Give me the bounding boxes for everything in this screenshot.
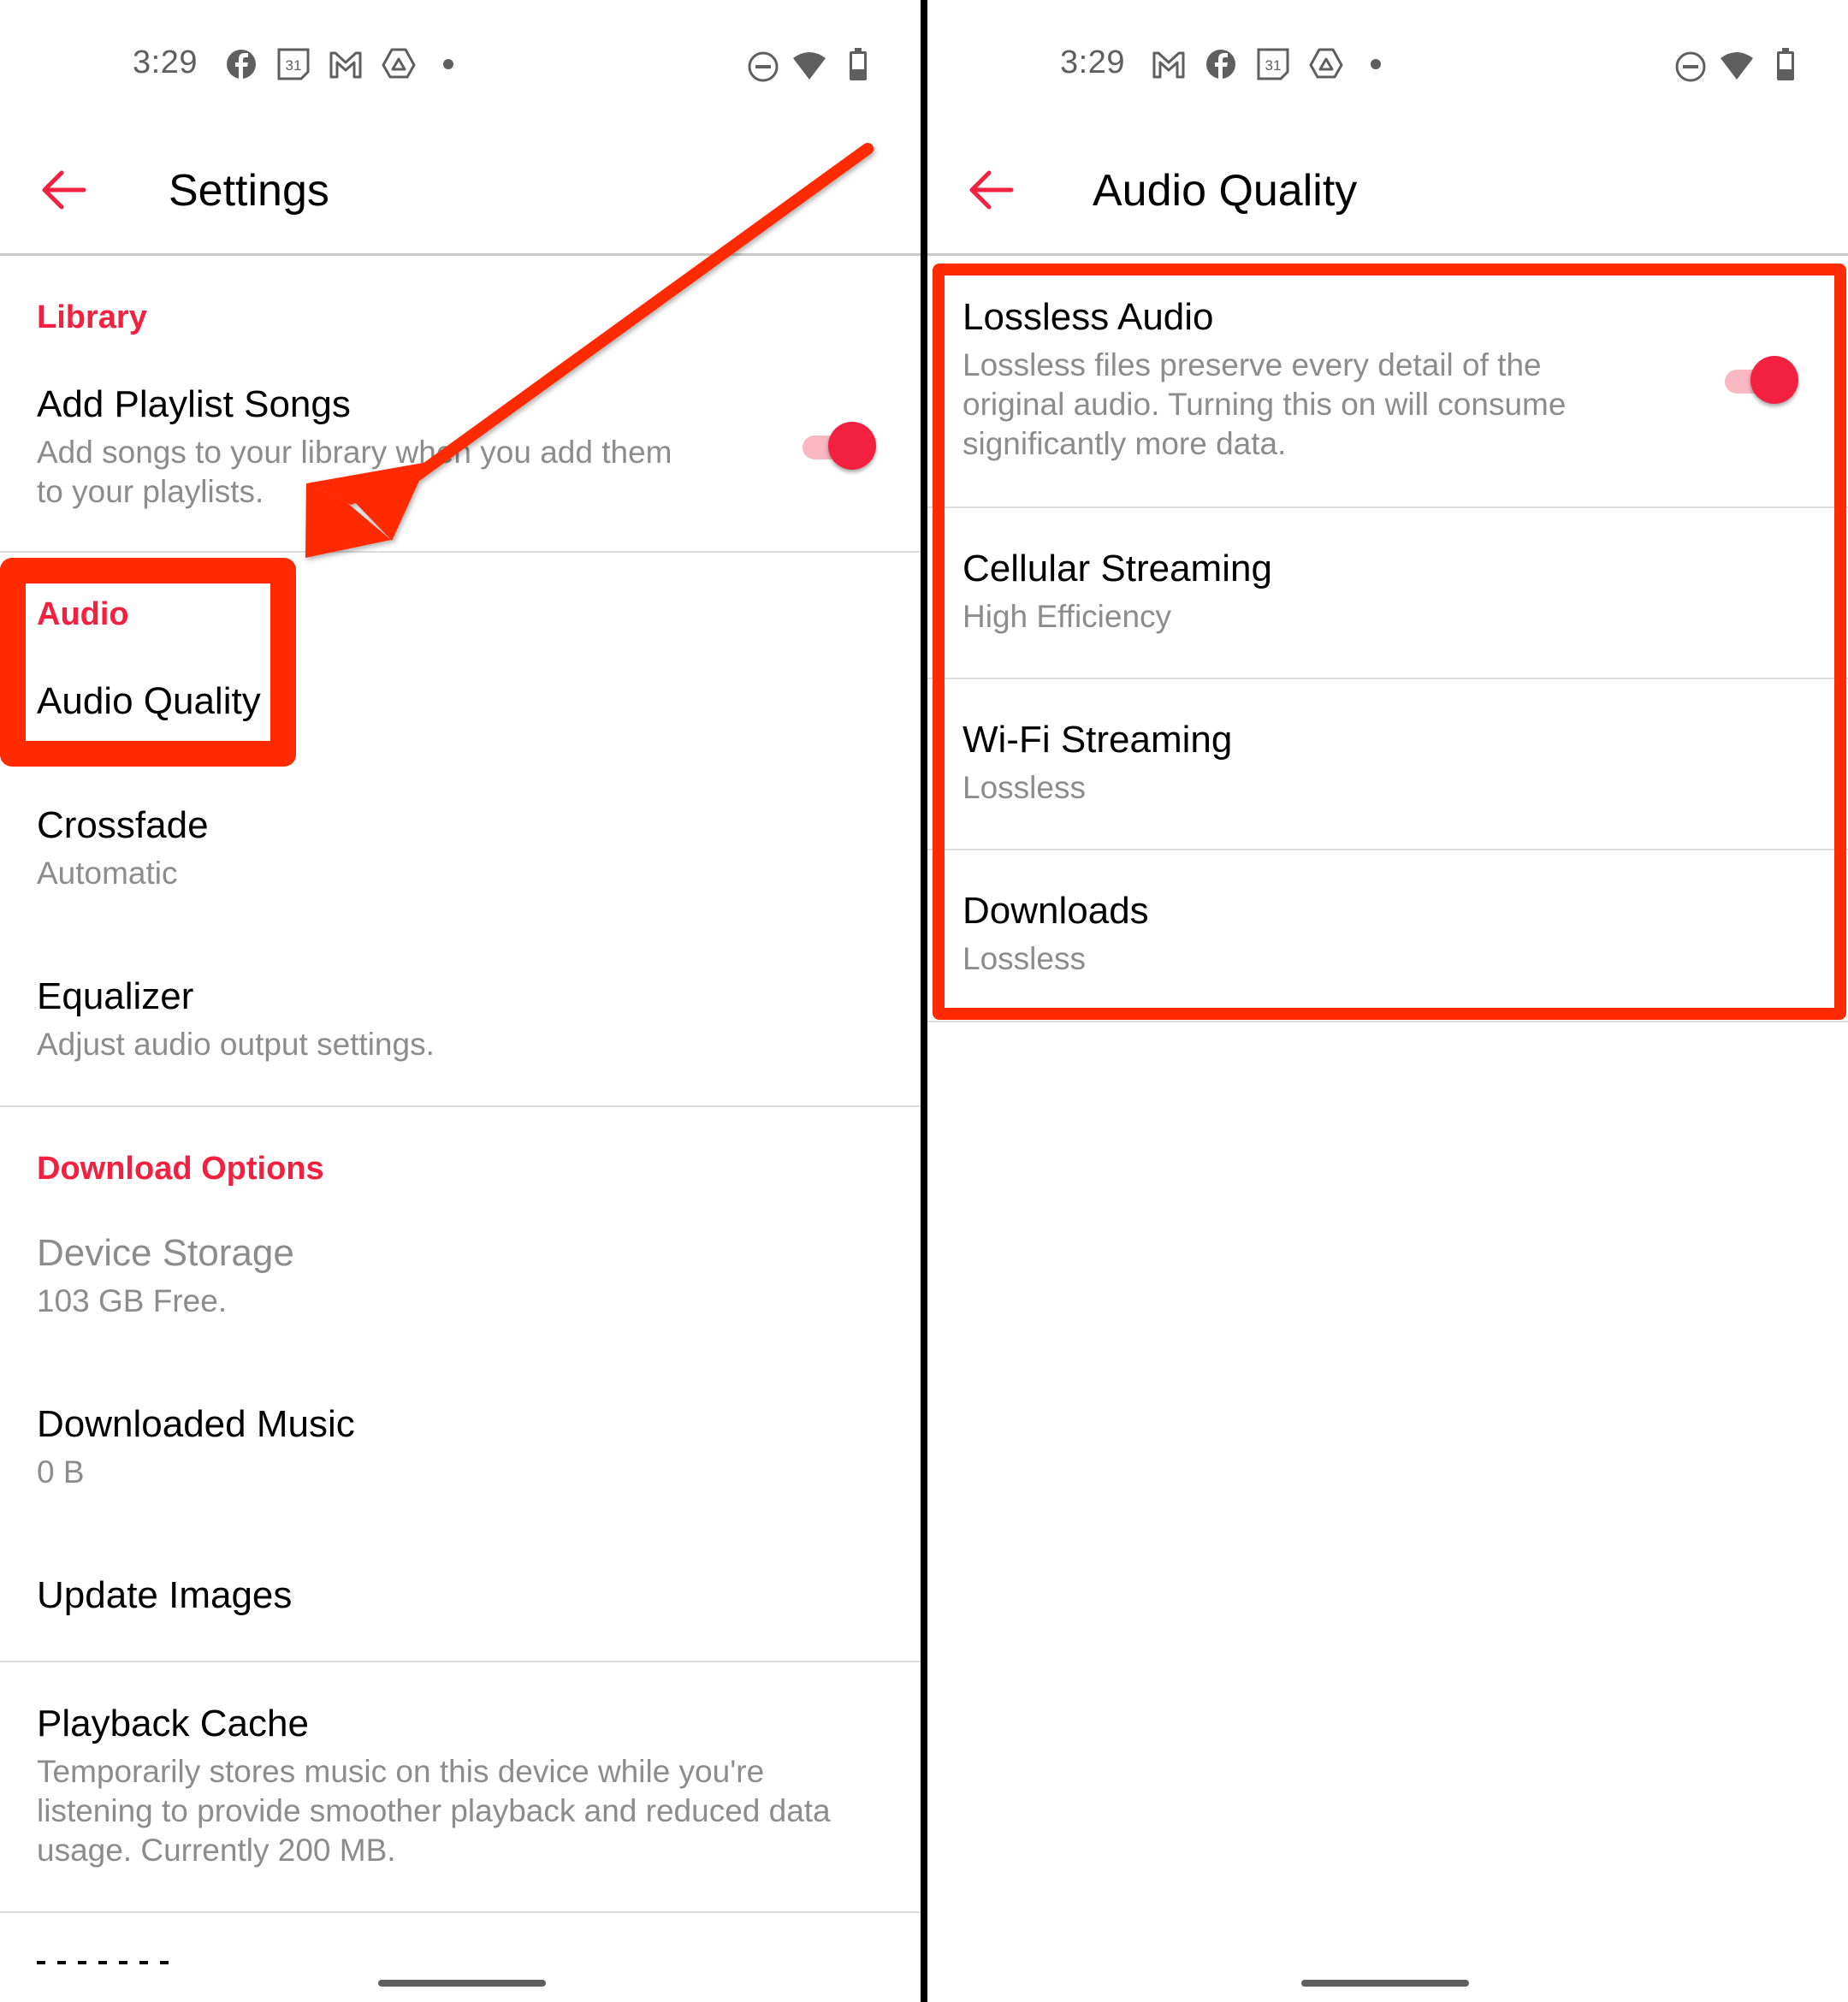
row-divider: [927, 1021, 1848, 1022]
section-divider: [0, 1105, 921, 1107]
setting-subtitle: Temporarily stores music on this device …: [37, 1754, 831, 1868]
update-images-setting[interactable]: Update Images: [0, 1557, 921, 1651]
arrow-shaft: [396, 143, 874, 492]
setting-title: Equalizer: [37, 975, 194, 1017]
highlight-box-audio-options: [933, 264, 1846, 1020]
playback-cache-setting[interactable]: Playback Cache Temporarily stores music …: [0, 1685, 921, 1891]
audio-quality-screen: 3:29 31 Audio Quality Lossless Audio Los…: [927, 0, 1848, 2002]
calendar-icon: 31: [1257, 48, 1289, 80]
setting-value: Automatic: [37, 856, 178, 891]
status-time: 3:29: [1060, 44, 1125, 80]
section-divider: [0, 1911, 921, 1913]
home-indicator[interactable]: [378, 1980, 546, 1987]
setting-title: Downloaded Music: [37, 1403, 355, 1445]
pointer-arrow: [305, 143, 874, 558]
setting-title: Crossfade: [37, 804, 209, 846]
battery-icon: [1777, 48, 1794, 80]
home-indicator[interactable]: [1301, 1980, 1469, 1987]
wifi-icon: [1721, 52, 1753, 80]
more-dot-icon: [1371, 59, 1381, 69]
gmail-icon: [1152, 51, 1185, 79]
partial-next-setting: [37, 1961, 345, 1966]
settings-screen: 3:29 31 Settings Library Add Playlist So…: [0, 0, 921, 2002]
equalizer-setting[interactable]: Equalizer Adjust audio output settings.: [0, 958, 921, 1087]
setting-title: Update Images: [37, 1574, 293, 1616]
setting-subtitle: Adjust audio output settings.: [37, 1027, 435, 1062]
section-divider: [0, 1661, 921, 1662]
downloaded-music-setting[interactable]: Downloaded Music 0 B: [0, 1386, 921, 1514]
setting-value: 103 GB Free.: [37, 1283, 228, 1318]
crossfade-setting[interactable]: Crossfade Automatic: [0, 787, 921, 915]
facebook-icon: [1206, 50, 1235, 79]
header-divider: [927, 253, 1848, 256]
page-title: Audio Quality: [1093, 166, 1358, 216]
svg-text:31: 31: [1265, 57, 1282, 74]
panel-divider: [921, 0, 927, 2002]
device-storage-setting: Device Storage 103 GB Free.: [0, 1215, 921, 1343]
setting-value: 0 B: [37, 1454, 85, 1490]
section-header-download-options: Download Options: [37, 1151, 324, 1187]
drive-icon: [1309, 48, 1343, 79]
setting-title: Playback Cache: [37, 1703, 309, 1744]
back-arrow-icon[interactable]: [967, 168, 1018, 212]
do-not-disturb-icon: [1675, 51, 1706, 82]
setting-title: Device Storage: [37, 1232, 294, 1274]
